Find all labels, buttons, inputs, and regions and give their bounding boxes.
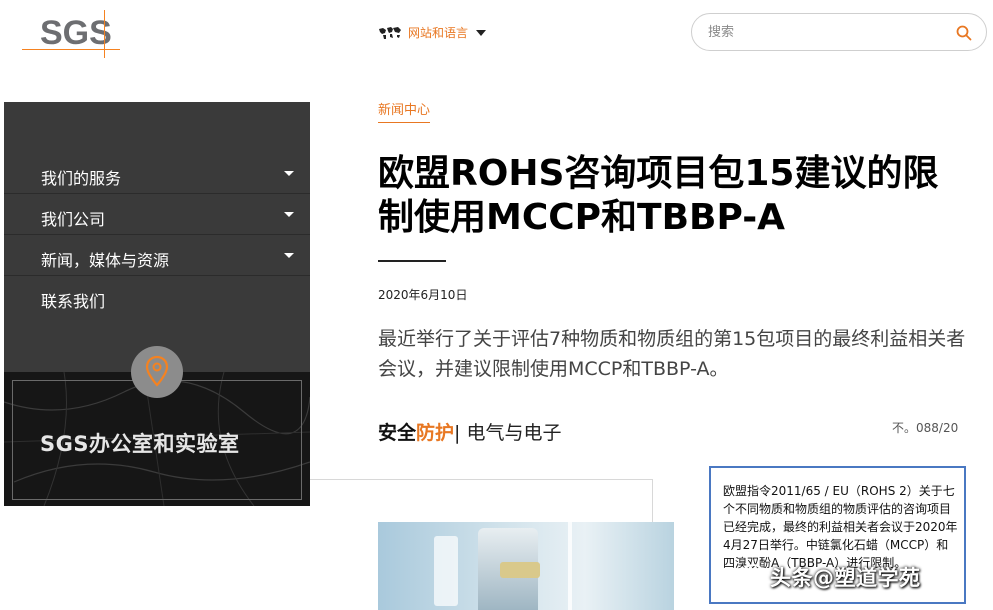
sidebar-item-label: 新闻，媒体与资源 bbox=[41, 251, 170, 270]
sidebar-item-contact[interactable]: 联系我们 bbox=[4, 277, 310, 317]
reference-number: 不。088/20 bbox=[892, 421, 959, 435]
chevron-down-icon bbox=[476, 29, 487, 36]
search-box[interactable] bbox=[691, 13, 987, 51]
chevron-down-icon bbox=[284, 171, 294, 176]
search-input[interactable] bbox=[708, 22, 938, 42]
language-label: 网站和语言 bbox=[408, 26, 469, 40]
annotation-text: 欧盟指令2011/65 / EU（ROHS 2）关于七个不同物质和物质组的物质评… bbox=[723, 484, 958, 570]
location-pin-badge[interactable] bbox=[131, 346, 183, 398]
watermark-text: 头条@塑道学苑 bbox=[770, 566, 921, 590]
lab-glass-shape bbox=[434, 536, 458, 606]
logo-line bbox=[22, 49, 120, 50]
language-selector[interactable]: 网站和语言 bbox=[378, 24, 487, 41]
world-map-icon bbox=[379, 26, 401, 39]
sidebar-item-services[interactable]: 我们的服务 bbox=[4, 154, 310, 194]
location-pin-icon bbox=[145, 355, 169, 387]
category-part1: 安全 bbox=[378, 422, 417, 444]
logo-line bbox=[104, 10, 105, 58]
watermark-icon bbox=[741, 564, 765, 588]
sidebar-item-label: 我们公司 bbox=[41, 210, 106, 229]
microscope-stage-shape bbox=[500, 562, 540, 578]
publish-date: 2020年6月10日 bbox=[378, 288, 468, 302]
category-line: 安全防护| 电气与电子 bbox=[378, 418, 561, 445]
sidebar-nav: 我们的服务 我们公司 新闻，媒体与资源 联系我们 SGS办公室和实验室 bbox=[4, 102, 310, 506]
sidebar-item-label: 联系我们 bbox=[41, 292, 106, 311]
search-icon[interactable] bbox=[956, 25, 972, 41]
title-divider bbox=[378, 260, 446, 262]
sidebar-item-news[interactable]: 新闻，媒体与资源 bbox=[4, 236, 310, 276]
category-part2: 防护 bbox=[416, 422, 455, 444]
category-rest: | 电气与电子 bbox=[454, 422, 562, 444]
sidebar-item-company[interactable]: 我们公司 bbox=[4, 195, 310, 235]
logo-text: SGS bbox=[40, 14, 112, 52]
sgs-logo[interactable]: SGS bbox=[22, 10, 120, 58]
window-bar-shape bbox=[568, 522, 572, 610]
breadcrumb-news-center[interactable]: 新闻中心 bbox=[378, 99, 431, 123]
chevron-down-icon bbox=[284, 212, 294, 217]
office-title: SGS办公室和实验室 bbox=[40, 432, 240, 456]
sidebar-item-label: 我们的服务 bbox=[41, 169, 122, 188]
chevron-down-icon bbox=[284, 253, 294, 258]
article-summary: 最近举行了关于评估7种物质和物质组的第15包项目的最终利益相关者会议，并建议限制… bbox=[378, 328, 966, 380]
page-title: 欧盟ROHS咨询项目包15建议的限制使用MCCP和TBBP-A bbox=[378, 153, 939, 238]
lab-image bbox=[378, 522, 674, 610]
